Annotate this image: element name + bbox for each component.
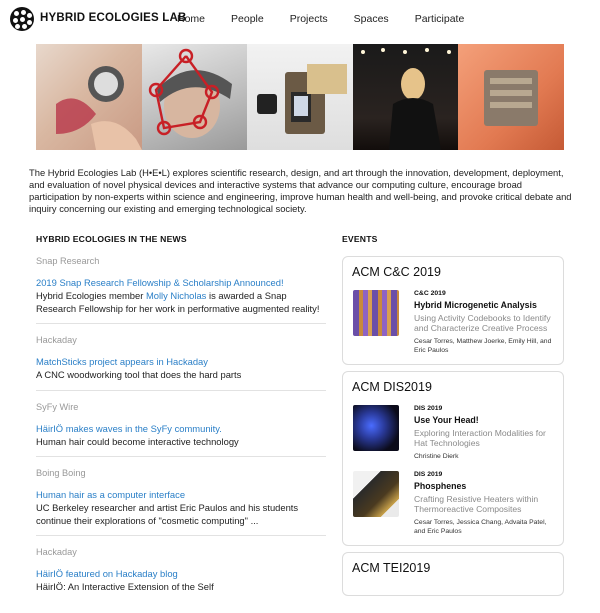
news-description: A CNC woodworking tool that does the har…	[36, 369, 242, 380]
news-source: Boing Boing	[36, 468, 86, 478]
events-heading: EVENTS	[342, 234, 378, 244]
nav-participate[interactable]: Participate	[415, 13, 465, 25]
news-link[interactable]: HäirIÖ featured on Hackaday blog	[36, 568, 326, 579]
news-item: Hackaday MatchSticks project appears in …	[36, 335, 326, 391]
event-title[interactable]: Phosphenes	[414, 481, 554, 491]
news-heading: HYBRID ECOLOGIES IN THE NEWS	[36, 234, 187, 244]
event-entry[interactable]: C&C 2019 Hybrid Microgenetic Analysis Us…	[352, 290, 554, 355]
news-section: HYBRID ECOLOGIES IN THE NEWS Snap Resear…	[36, 234, 326, 613]
event-authors: Cesar Torres, Jessica Chang, Advaita Pat…	[414, 519, 547, 535]
nav-people[interactable]: People	[231, 13, 264, 25]
news-source: Snap Research	[36, 256, 100, 266]
lab-logo-icon[interactable]	[10, 7, 34, 31]
news-description: HäirIÖ: An Interactive Extension of the …	[36, 581, 214, 592]
event-subtitle: Crafting Resistive Heaters within Thermo…	[414, 494, 539, 514]
event-venue: DIS 2019	[414, 405, 443, 412]
event-card: ACM DIS2019 DIS 2019 Use Your Head! Expl…	[342, 371, 564, 546]
nav-spaces[interactable]: Spaces	[354, 13, 389, 25]
event-venue: C&C 2019	[414, 290, 446, 297]
event-subtitle: Using Activity Codebooks to Identify and…	[414, 313, 551, 333]
event-card-heading: ACM TEI2019	[352, 561, 431, 575]
nav-home[interactable]: Home	[177, 13, 205, 25]
event-title[interactable]: Hybrid Microgenetic Analysis	[414, 300, 554, 310]
news-item: Snap Research 2019 Snap Research Fellows…	[36, 256, 326, 324]
face-tracking-photo	[141, 44, 248, 150]
news-link[interactable]: MatchSticks project appears in Hackaday	[36, 356, 326, 367]
event-card-heading: ACM C&C 2019	[352, 265, 441, 279]
lab-intro: The Hybrid Ecologies Lab (H•E•L) explore…	[29, 167, 572, 214]
event-entry[interactable]: DIS 2019 Phosphenes Crafting Resistive H…	[352, 471, 554, 536]
brand-title[interactable]: HYBRID ECOLOGIES LAB	[40, 12, 186, 24]
skin-chip-photo	[458, 44, 564, 150]
main-nav: Home People Projects Spaces Participate	[177, 13, 490, 25]
event-card-heading: ACM DIS2019	[352, 380, 432, 394]
news-item: Hackaday HäirIÖ featured on Hackaday blo…	[36, 547, 326, 602]
event-thumbnail[interactable]	[353, 405, 399, 451]
event-thumbnail[interactable]	[353, 290, 399, 336]
news-description: UC Berkeley researcher and artist Eric P…	[36, 502, 299, 526]
event-authors: Cesar Torres, Matthew Joerke, Emily Hill…	[414, 338, 552, 354]
banner-gallery	[36, 44, 564, 150]
event-card: ACM TEI2019	[342, 552, 564, 596]
site-header: HYBRID ECOLOGIES LAB Home People Project…	[0, 0, 600, 40]
hand-watch-photo	[36, 44, 142, 150]
news-description: Human hair could become interactive tech…	[36, 435, 239, 447]
news-item: Boing Boing Human hair as a computer int…	[36, 468, 326, 536]
nav-projects[interactable]: Projects	[290, 13, 328, 25]
device-photo	[247, 44, 353, 150]
performer-photo	[352, 44, 459, 150]
event-entry[interactable]: DIS 2019 Use Your Head! Exploring Intera…	[352, 405, 554, 461]
news-link[interactable]: Human hair as a computer interface	[36, 489, 326, 500]
member-link[interactable]: Molly Nicholas	[146, 290, 206, 301]
news-description: Hybrid Ecologies member Molly Nicholas i…	[36, 290, 326, 315]
news-link[interactable]: 2019 Snap Research Fellowship & Scholars…	[36, 277, 326, 288]
event-title[interactable]: Use Your Head!	[414, 415, 554, 425]
news-link[interactable]: HäirIÖ makes waves in the SyFy community…	[36, 423, 326, 434]
event-venue: DIS 2019	[414, 471, 443, 478]
news-item: SyFy Wire HäirIÖ makes waves in the SyFy…	[36, 401, 326, 457]
event-card: ACM C&C 2019 C&C 2019 Hybrid Microgeneti…	[342, 256, 564, 365]
event-authors: Christine Dierk	[414, 453, 459, 460]
news-desc-text: Hybrid Ecologies member	[36, 290, 146, 301]
news-source: SyFy Wire	[36, 401, 79, 412]
event-thumbnail[interactable]	[353, 471, 399, 517]
news-source: Hackaday	[36, 547, 77, 557]
events-section: EVENTS ACM C&C 2019 C&C 2019 Hybrid Micr…	[342, 234, 564, 602]
event-subtitle: Exploring Interaction Modalities for Hat…	[414, 428, 546, 448]
news-source: Hackaday	[36, 335, 77, 345]
